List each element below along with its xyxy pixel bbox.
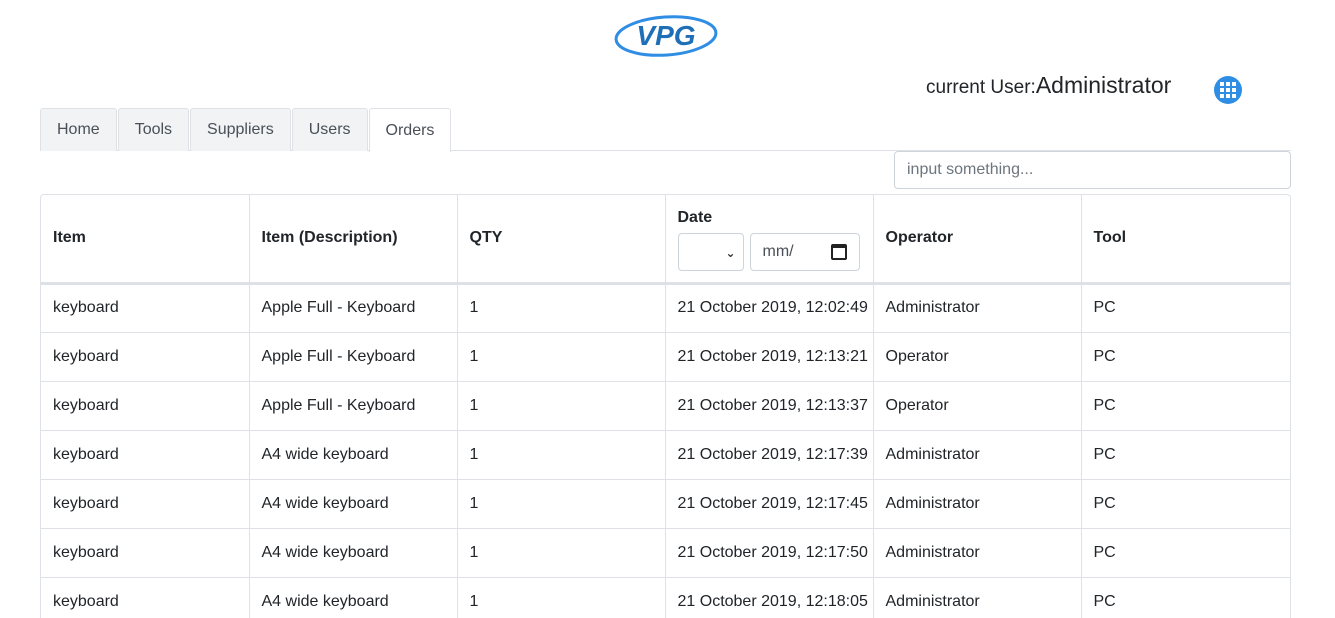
current-user-name: Administrator: [1035, 72, 1172, 98]
column-header-tool[interactable]: Tool: [1081, 195, 1290, 285]
table-row[interactable]: keyboard A4 wide keyboard 1 21 October 2…: [41, 577, 1290, 618]
vpg-logo-graphic: VPG: [614, 15, 718, 57]
cell-tool: PC: [1081, 430, 1290, 480]
cell-item: keyboard: [41, 430, 250, 480]
cell-description: Apple Full - Keyboard: [249, 381, 458, 431]
tab-home[interactable]: Home: [40, 108, 117, 151]
cell-qty: 1: [457, 283, 666, 333]
date-filter: ⌄ mm/: [677, 233, 861, 271]
cell-tool: PC: [1081, 479, 1290, 529]
tab-orders[interactable]: Orders: [368, 108, 452, 152]
column-header-qty[interactable]: QTY: [457, 195, 666, 285]
cell-date: 21 October 2019, 12:17:39: [665, 430, 874, 480]
apps-menu-button[interactable]: [1214, 76, 1242, 104]
cell-operator: Administrator: [873, 283, 1082, 333]
cell-description: A4 wide keyboard: [249, 479, 458, 529]
cell-operator: Administrator: [873, 430, 1082, 480]
table-row[interactable]: keyboard A4 wide keyboard 1 21 October 2…: [41, 430, 1290, 480]
orders-table: Item Item (Description) QTY Date ⌄ mm/ O…: [41, 195, 1290, 618]
column-header-description[interactable]: Item (Description): [249, 195, 458, 285]
cell-description: Apple Full - Keyboard: [249, 283, 458, 333]
date-filter-input[interactable]: mm/: [749, 233, 860, 271]
grid-apps-icon: [1220, 82, 1236, 98]
date-header-label[interactable]: Date: [678, 209, 861, 227]
column-header-operator[interactable]: Operator: [873, 195, 1082, 285]
table-row[interactable]: keyboard A4 wide keyboard 1 21 October 2…: [41, 479, 1290, 529]
vpg-logo: VPG: [612, 12, 722, 60]
date-filter-select[interactable]: ⌄: [677, 233, 744, 271]
cell-qty: 1: [457, 577, 666, 618]
cell-date: 21 October 2019, 12:17:45: [665, 479, 874, 529]
cell-item: keyboard: [41, 332, 250, 382]
cell-description: Apple Full - Keyboard: [249, 332, 458, 382]
cell-date: 21 October 2019, 12:17:50: [665, 528, 874, 578]
cell-item: keyboard: [41, 479, 250, 529]
cell-item: keyboard: [41, 528, 250, 578]
calendar-icon[interactable]: [830, 244, 847, 260]
cell-tool: PC: [1081, 577, 1290, 618]
cell-description: A4 wide keyboard: [249, 577, 458, 618]
tab-tools[interactable]: Tools: [117, 108, 190, 151]
cell-description: A4 wide keyboard: [249, 528, 458, 578]
table-row[interactable]: keyboard Apple Full - Keyboard 1 21 Octo…: [41, 332, 1290, 382]
cell-item: keyboard: [41, 577, 250, 618]
cell-operator: Administrator: [873, 577, 1082, 618]
table-row[interactable]: keyboard Apple Full - Keyboard 1 21 Octo…: [41, 283, 1290, 333]
column-header-date: Date ⌄ mm/: [665, 195, 874, 285]
cell-tool: PC: [1081, 283, 1290, 333]
current-user-label: current User:: [926, 77, 1036, 98]
cell-qty: 1: [457, 332, 666, 382]
cell-operator: Operator: [873, 381, 1082, 431]
logo-text: VPG: [636, 20, 695, 51]
cell-operator: Operator: [873, 332, 1082, 382]
cell-tool: PC: [1081, 381, 1290, 431]
table-row[interactable]: keyboard A4 wide keyboard 1 21 October 2…: [41, 528, 1290, 578]
cell-date: 21 October 2019, 12:13:37: [665, 381, 874, 431]
search-input[interactable]: [894, 151, 1291, 189]
cell-qty: 1: [457, 381, 666, 431]
cell-date: 21 October 2019, 12:18:05: [665, 577, 874, 618]
cell-date: 21 October 2019, 12:02:49: [665, 283, 874, 333]
cell-operator: Administrator: [873, 528, 1082, 578]
nav-tabs: Home Tools Suppliers Users Orders: [40, 108, 1291, 152]
cell-date: 21 October 2019, 12:13:21: [665, 332, 874, 382]
date-filter-placeholder: mm/: [762, 243, 794, 260]
cell-tool: PC: [1081, 528, 1290, 578]
cell-description: A4 wide keyboard: [249, 430, 458, 480]
orders-table-container: Item Item (Description) QTY Date ⌄ mm/ O…: [40, 194, 1291, 618]
cell-qty: 1: [457, 479, 666, 529]
cell-item: keyboard: [41, 283, 250, 333]
chevron-down-icon: ⌄: [725, 246, 736, 260]
current-user: current User: Administrator: [926, 72, 1171, 99]
column-header-item[interactable]: Item: [41, 195, 250, 285]
cell-qty: 1: [457, 430, 666, 480]
cell-item: keyboard: [41, 381, 250, 431]
table-row[interactable]: keyboard Apple Full - Keyboard 1 21 Octo…: [41, 381, 1290, 431]
table-header-row: Item Item (Description) QTY Date ⌄ mm/ O…: [41, 195, 1290, 285]
tab-suppliers[interactable]: Suppliers: [190, 108, 291, 151]
cell-qty: 1: [457, 528, 666, 578]
cell-tool: PC: [1081, 332, 1290, 382]
cell-operator: Administrator: [873, 479, 1082, 529]
tab-users[interactable]: Users: [291, 108, 368, 151]
